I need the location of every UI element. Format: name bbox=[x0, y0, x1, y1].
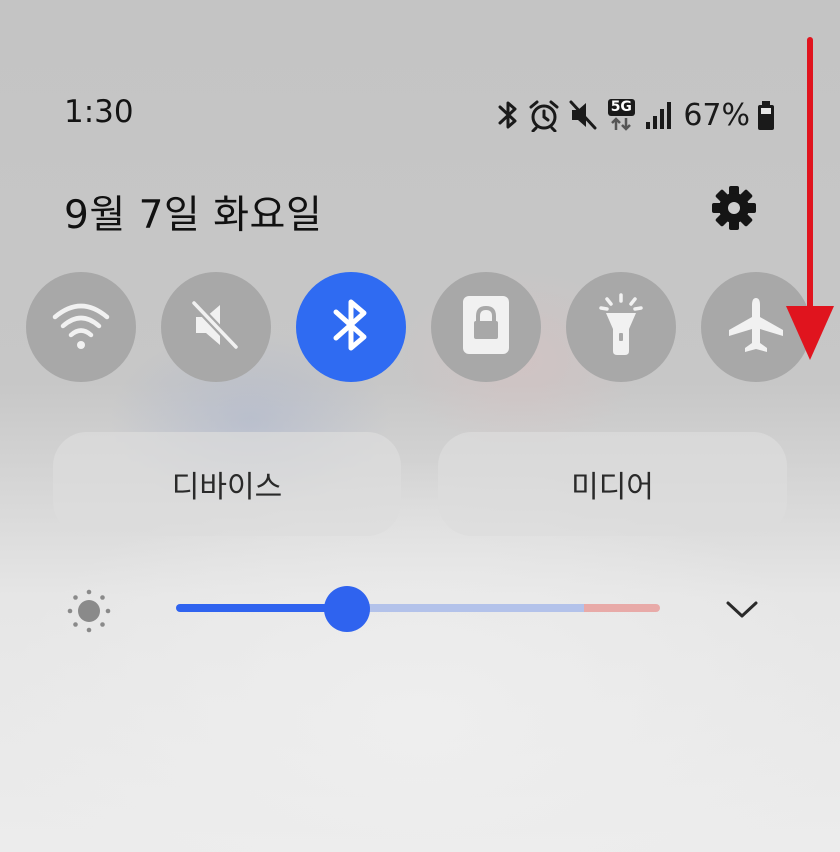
gear-icon[interactable] bbox=[710, 184, 758, 232]
5g-data-icon: 5G bbox=[605, 98, 637, 132]
status-time: 1:30 bbox=[64, 94, 134, 130]
devices-button[interactable]: 디바이스 bbox=[53, 432, 401, 536]
brightness-thumb[interactable] bbox=[324, 586, 370, 632]
wifi-icon bbox=[51, 299, 111, 355]
swipe-down-arrow bbox=[780, 36, 840, 366]
media-label: 미디어 bbox=[571, 470, 654, 505]
battery-icon bbox=[756, 98, 776, 132]
bluetooth-icon bbox=[495, 98, 521, 132]
flashlight-icon bbox=[599, 293, 643, 361]
bluetooth-icon bbox=[328, 295, 374, 359]
tile-sound[interactable] bbox=[161, 272, 271, 382]
tile-flashlight[interactable] bbox=[566, 272, 676, 382]
tile-screen-lock[interactable] bbox=[431, 272, 541, 382]
tile-wifi[interactable] bbox=[26, 272, 136, 382]
status-bar: 1:30 5G 67% bbox=[0, 92, 840, 138]
brightness-track-end[interactable] bbox=[584, 604, 660, 612]
tile-bluetooth[interactable] bbox=[296, 272, 406, 382]
devices-label: 디바이스 bbox=[171, 470, 283, 505]
mute-icon bbox=[188, 297, 244, 357]
status-icons: 5G 67% bbox=[495, 92, 776, 138]
quick-settings-row bbox=[0, 272, 840, 384]
chevron-down-icon[interactable] bbox=[722, 594, 762, 624]
media-button[interactable]: 미디어 bbox=[438, 432, 787, 536]
brightness-fill[interactable] bbox=[176, 604, 348, 612]
battery-percent: 67% bbox=[683, 97, 750, 133]
brightness-control bbox=[0, 580, 840, 640]
alarm-icon bbox=[527, 98, 561, 132]
signal-icon bbox=[643, 98, 675, 132]
lock-icon bbox=[461, 294, 511, 360]
sun-icon bbox=[66, 588, 112, 634]
date-label: 9월 7일 화요일 bbox=[64, 193, 323, 238]
network-badge: 5G bbox=[607, 98, 635, 116]
mute-icon bbox=[567, 98, 599, 132]
brightness-track[interactable] bbox=[346, 604, 586, 612]
airplane-icon bbox=[726, 295, 786, 359]
